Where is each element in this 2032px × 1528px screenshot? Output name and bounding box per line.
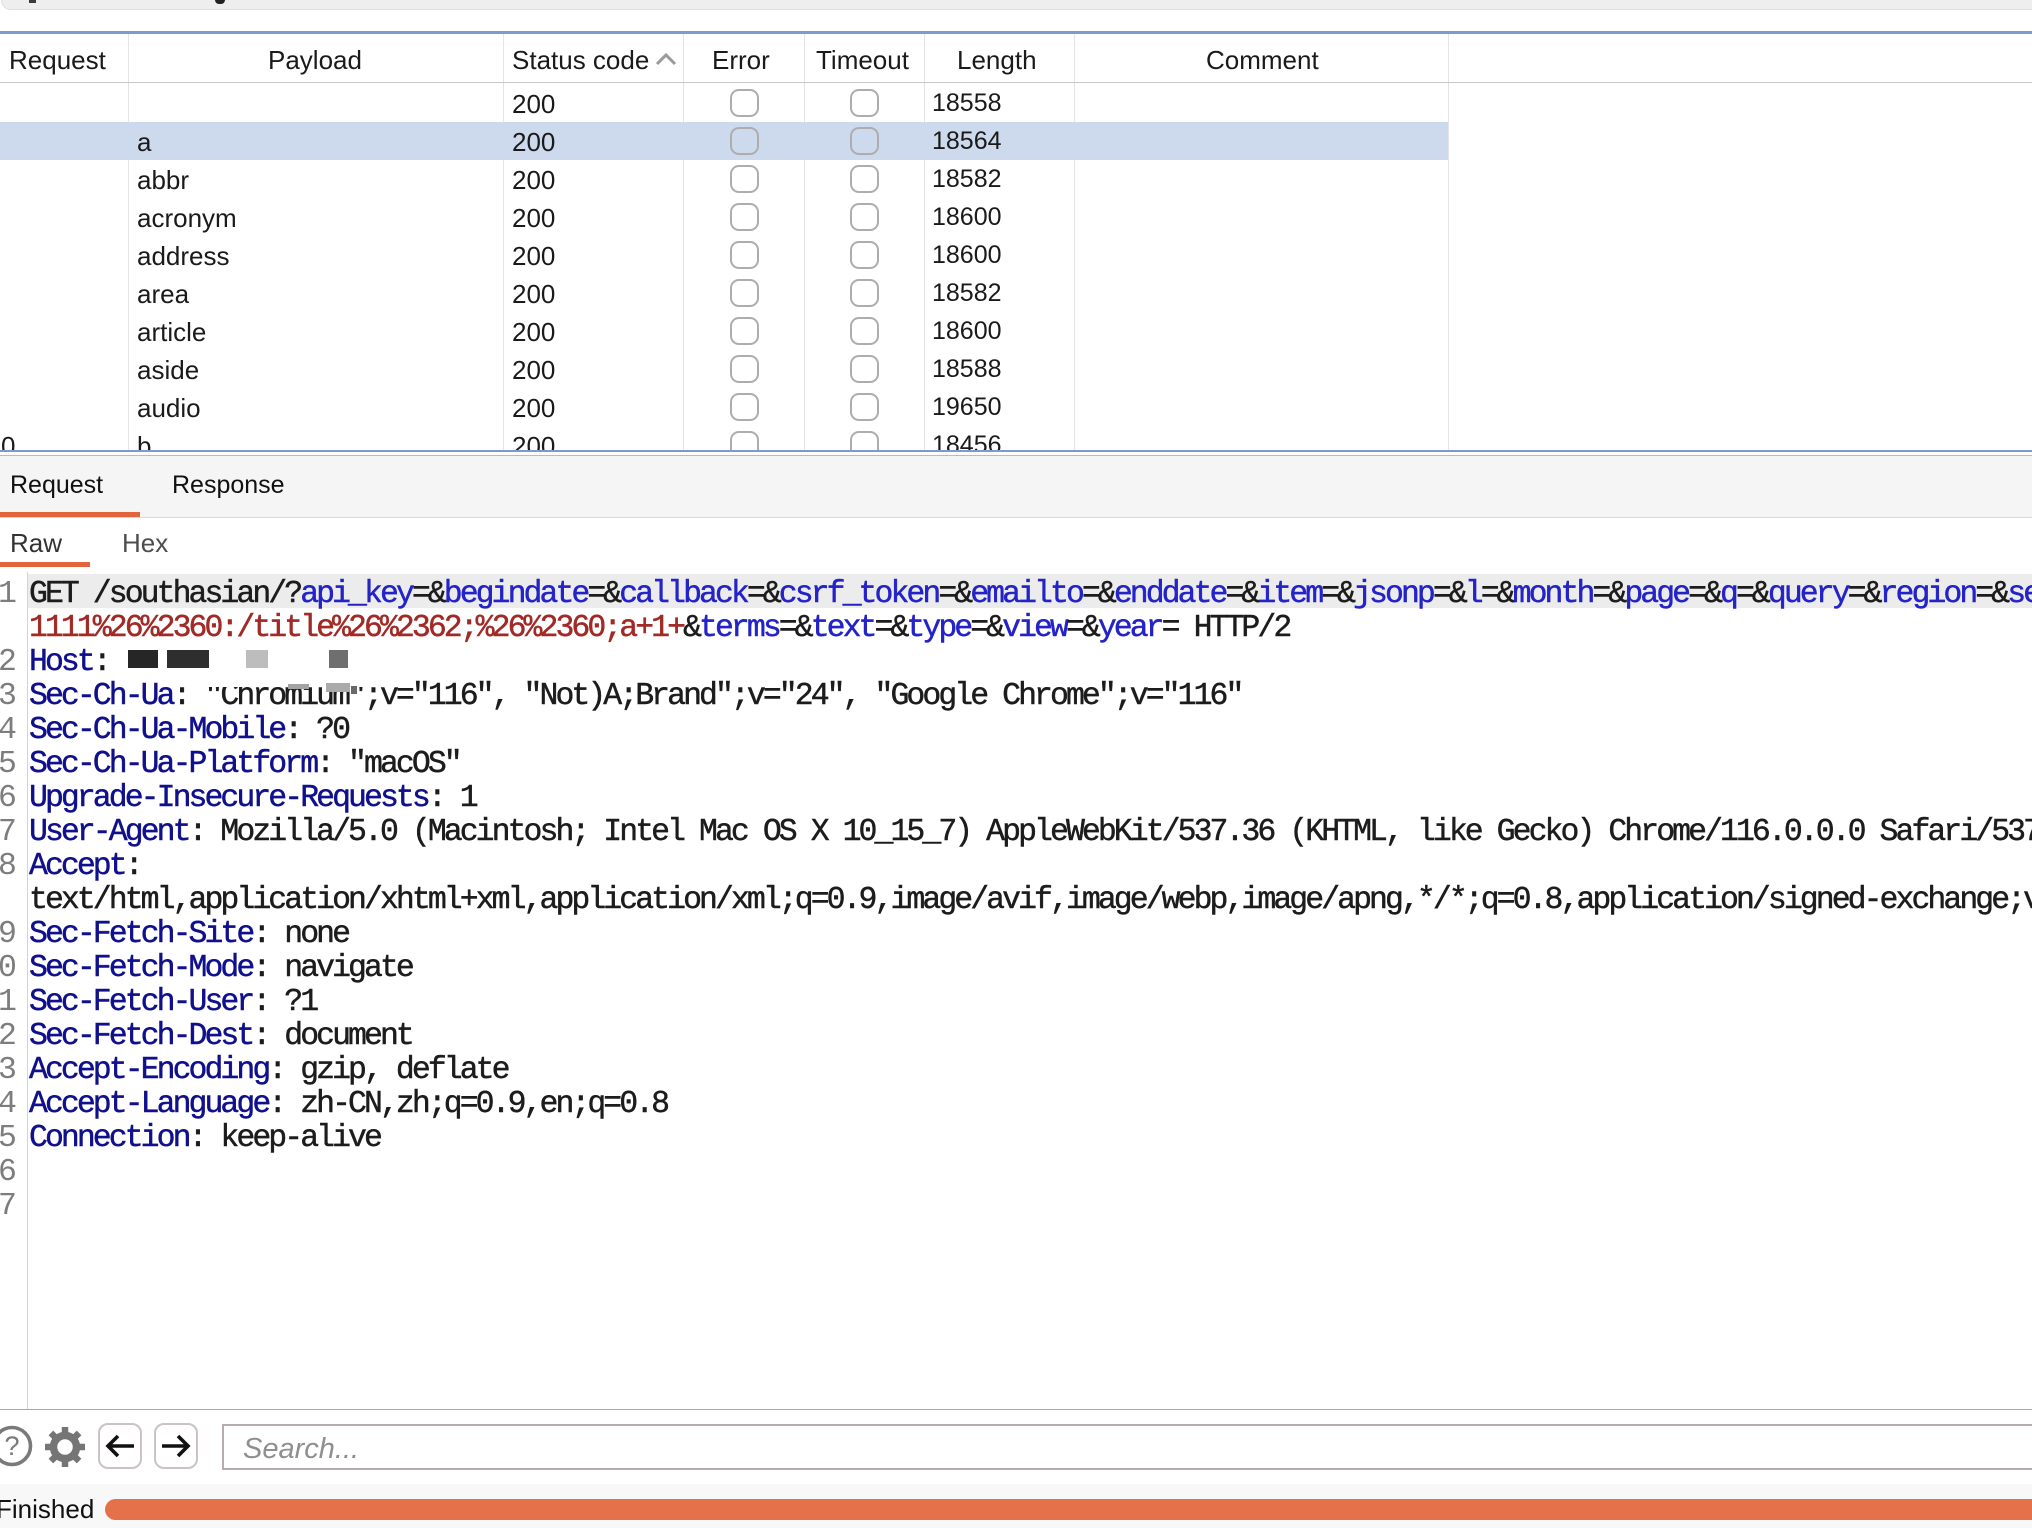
svg-text:?: ? — [4, 1431, 19, 1461]
